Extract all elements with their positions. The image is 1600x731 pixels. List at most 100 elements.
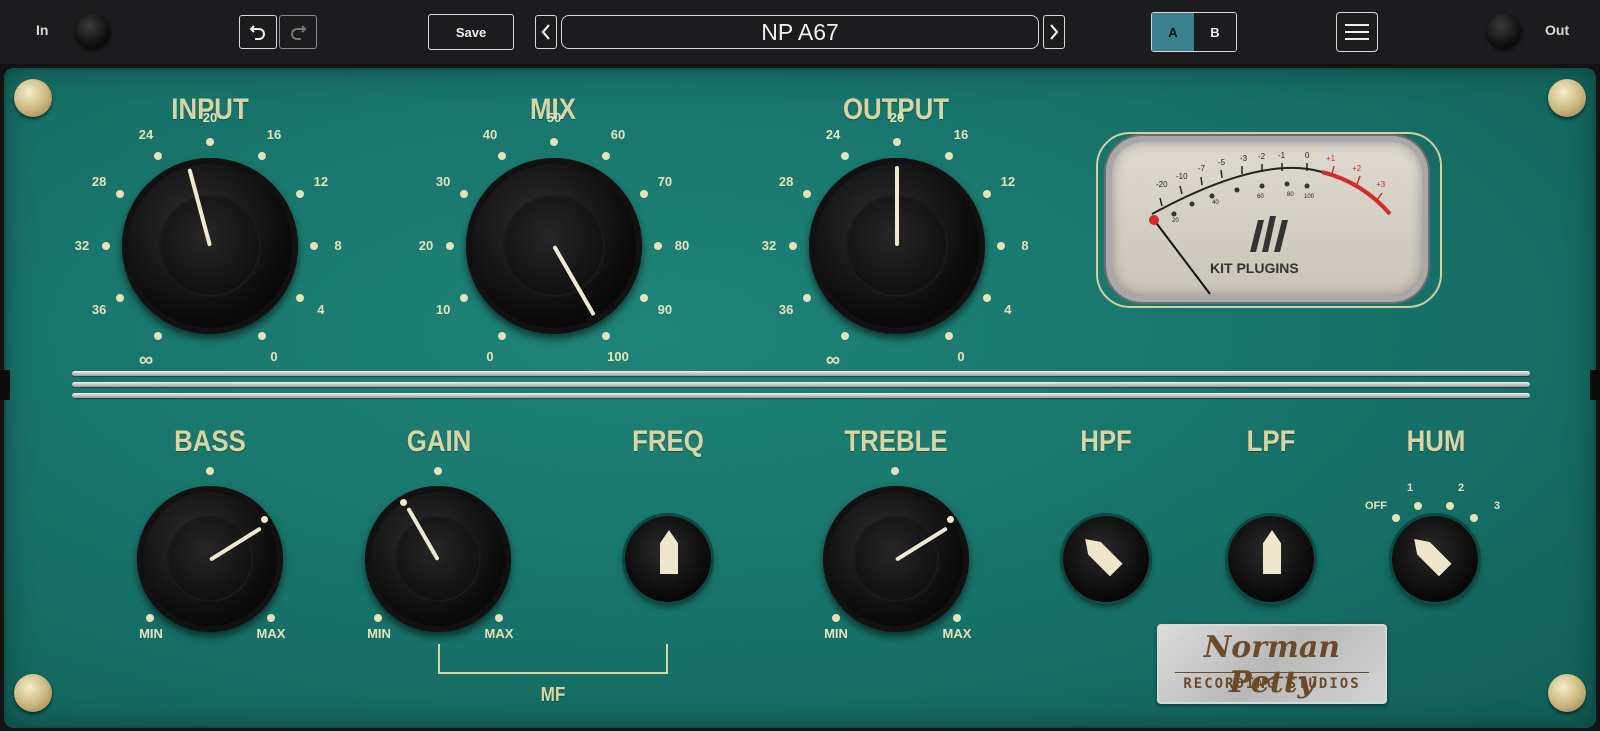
output-gain-knob[interactable] — [1487, 14, 1521, 48]
scale-dot — [602, 332, 610, 341]
scale-dot — [154, 151, 162, 160]
norman-petty-badge: Norman Petty RECORDING STUDIOS — [1157, 624, 1387, 704]
bass-label: BASS — [174, 425, 246, 458]
scale-dot — [446, 242, 454, 250]
vu-meter-face: -20 -10 -7 -5 -3 -2 -1 0 +1 +2 +3 20 40 … — [1112, 142, 1422, 296]
input-gain-label: In — [36, 22, 49, 38]
meter-percent-label: 40 — [1212, 200, 1219, 206]
output-knob[interactable] — [809, 158, 985, 334]
save-button[interactable]: Save — [428, 14, 514, 50]
left-edge-tab — [0, 370, 10, 400]
scale-dot — [296, 294, 305, 302]
scale-dot — [640, 294, 649, 302]
scale-dot — [983, 190, 992, 198]
scale-dot — [983, 294, 992, 302]
treble-max-label: MAX — [942, 626, 972, 641]
scale-label: 32 — [74, 238, 90, 253]
scale-dot — [945, 332, 953, 341]
scale-dot — [654, 242, 662, 250]
center-detent-dot — [206, 467, 214, 475]
meter-tick-label: -2 — [1258, 152, 1266, 161]
meter-percent-label: 80 — [1287, 192, 1294, 198]
lpf-selector-knob[interactable] — [1228, 516, 1314, 602]
scale-label: 90 — [657, 302, 673, 317]
input-knob[interactable] — [122, 158, 298, 334]
gain-knob[interactable] — [365, 486, 511, 632]
hum-selector-knob[interactable] — [1392, 516, 1478, 602]
scale-label: 28 — [778, 174, 794, 189]
meter-tick-label: +1 — [1326, 154, 1336, 163]
scale-dot — [258, 151, 266, 160]
menu-button[interactable] — [1336, 12, 1378, 52]
preset-name-display[interactable]: NP A67 — [561, 15, 1039, 49]
scale-dot — [498, 151, 506, 160]
scale-dot — [789, 242, 797, 250]
scale-label: 16 — [953, 127, 969, 143]
input-gain-knob[interactable] — [76, 14, 110, 48]
ab-b-button[interactable]: B — [1194, 13, 1236, 51]
scale-label: 50 — [546, 110, 562, 125]
redo-icon — [291, 25, 307, 40]
scale-dot — [459, 294, 468, 302]
mix-knob[interactable] — [466, 158, 642, 334]
scale-label: 30 — [435, 174, 451, 189]
scale-dot — [997, 242, 1005, 250]
scale-dot — [841, 151, 849, 160]
gain-min-label: MIN — [367, 626, 391, 641]
chevron-left-icon — [541, 24, 550, 40]
scale-dot — [841, 332, 849, 341]
meter-tick-label: -10 — [1176, 172, 1188, 181]
treble-min-label: MIN — [824, 626, 848, 641]
scale-dot — [945, 151, 953, 160]
meter-tick-label: -3 — [1240, 154, 1248, 163]
scale-label: 32 — [761, 238, 777, 253]
lpf-knob-pointer — [1263, 530, 1281, 574]
scale-dot — [154, 332, 162, 341]
bass-knob[interactable] — [137, 486, 283, 632]
scale-dot — [550, 138, 558, 146]
vu-meter: -20 -10 -7 -5 -3 -2 -1 0 +1 +2 +3 20 40 … — [1096, 132, 1442, 308]
scale-label: 20 — [889, 110, 905, 125]
badge-subtitle: RECORDING STUDIOS — [1183, 676, 1361, 692]
scale-label: 36 — [778, 302, 794, 317]
scale-label: 40 — [482, 127, 498, 143]
gain-max-label: MAX — [484, 626, 514, 641]
scale-label: 4 — [1004, 302, 1012, 317]
meter-tick-label: -20 — [1156, 180, 1168, 189]
treble-knob[interactable] — [823, 486, 969, 632]
scale-dot — [802, 294, 811, 302]
scale-label: ∞ — [138, 348, 154, 371]
freq-label: FREQ — [632, 425, 704, 458]
next-preset-button[interactable] — [1043, 15, 1065, 49]
redo-button[interactable] — [279, 15, 317, 49]
scale-label: 0 — [486, 348, 494, 364]
scale-label: 12 — [1000, 174, 1016, 189]
panel-rail — [72, 393, 1530, 398]
meter-tick-label: +2 — [1352, 164, 1362, 173]
ab-a-button[interactable]: A — [1152, 13, 1194, 51]
meter-percent-label: 100 — [1304, 194, 1315, 200]
scale-label: 8 — [334, 238, 342, 253]
hpf-selector-knob[interactable] — [1063, 516, 1149, 602]
scale-label: 100 — [607, 348, 629, 364]
scale-dot — [102, 242, 110, 250]
previous-preset-button[interactable] — [535, 15, 557, 49]
meter-tick-label: 0 — [1305, 151, 1310, 160]
hamburger-menu-icon — [1345, 24, 1369, 40]
center-detent-dot — [891, 467, 899, 475]
bass-min-label: MIN — [139, 626, 163, 641]
ab-compare-toggle: A B — [1151, 12, 1237, 52]
scale-label: 28 — [91, 174, 107, 189]
scale-label: 16 — [266, 127, 282, 143]
scale-label: 4 — [317, 302, 325, 317]
undo-button[interactable] — [239, 15, 277, 49]
scale-label: 80 — [674, 238, 690, 253]
scale-dot — [893, 138, 901, 146]
scale-dot — [640, 190, 649, 198]
corner-screw-bottom-right — [1548, 674, 1586, 712]
hpf-knob-pointer — [1079, 533, 1123, 577]
scale-label: 20 — [202, 110, 218, 125]
scale-dot — [115, 294, 124, 302]
freq-selector-knob[interactable] — [625, 516, 711, 602]
scale-label: 0 — [957, 348, 965, 364]
